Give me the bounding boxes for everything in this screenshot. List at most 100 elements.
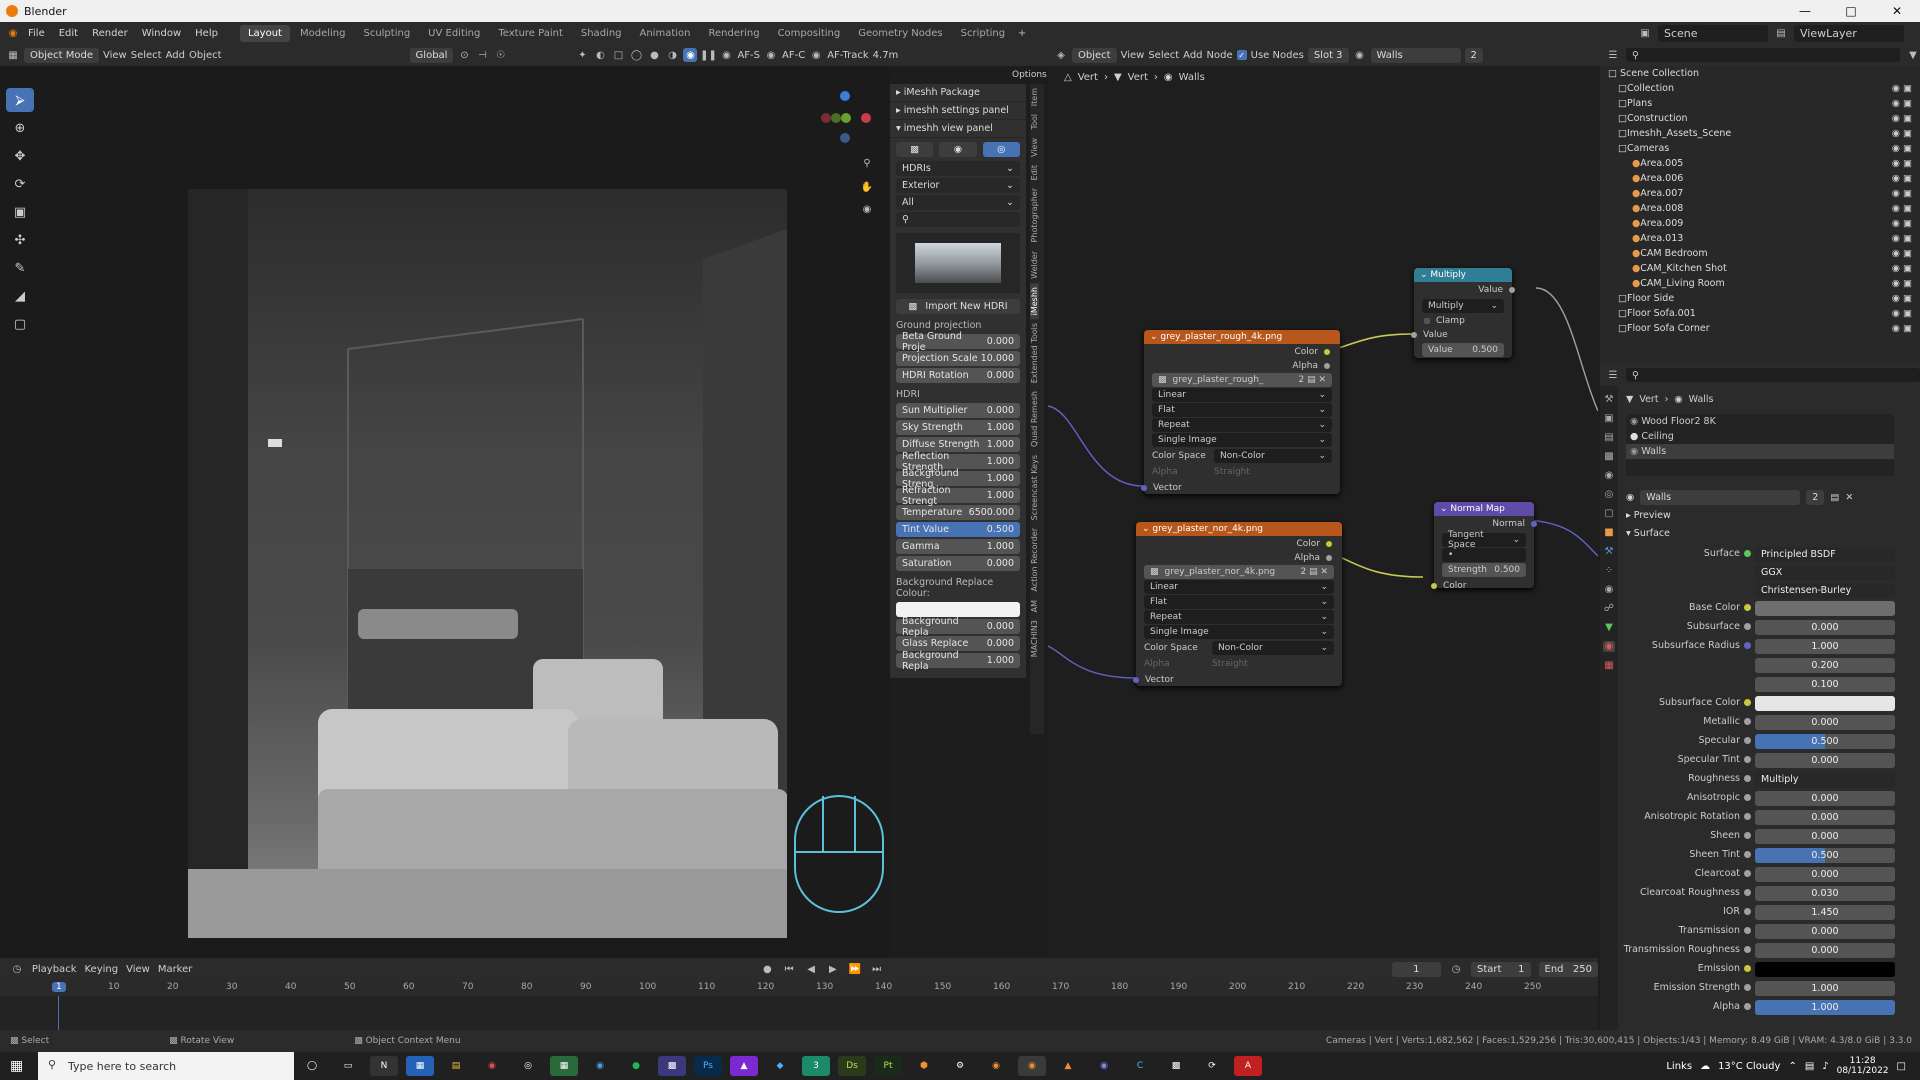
normal-output-socket[interactable]	[1531, 521, 1537, 527]
prev-key-icon[interactable]: ◀	[804, 962, 818, 976]
slot-dropdown[interactable]: Slot 3	[1307, 47, 1349, 63]
outliner-item[interactable]: ● Area.013 ◉ ▣	[1600, 231, 1920, 246]
xray-icon[interactable]: □	[611, 48, 625, 62]
tab-sculpting[interactable]: Sculpting	[355, 25, 418, 42]
outliner-item[interactable]: □ Plans ◉ ▣	[1600, 96, 1920, 111]
interpolation-dropdown[interactable]: Linear ⌄	[1144, 580, 1334, 594]
property-value-field[interactable]: 1.000	[1755, 639, 1895, 654]
n-panel-tab-3[interactable]: Edit	[1030, 161, 1039, 185]
material-users[interactable]: 2	[1806, 490, 1825, 505]
volume-icon[interactable]: ♪	[1822, 1061, 1828, 1072]
material-name-field[interactable]: Walls	[1370, 47, 1461, 63]
jump-start-icon[interactable]: ⏮	[782, 962, 796, 976]
visibility-eye-icon[interactable]: ◉ ▣	[1892, 308, 1912, 319]
color-space-dropdown[interactable]: Non-Color ⌄	[1212, 641, 1334, 655]
tab-scripting[interactable]: Scripting	[953, 25, 1013, 42]
visibility-eye-icon[interactable]: ◉ ▣	[1892, 293, 1912, 304]
outliner-item[interactable]: □ Imeshh_Assets_Scene ◉ ▣	[1600, 126, 1920, 141]
maximize-icon[interactable]: □	[1828, 0, 1874, 22]
shader-node-editor[interactable]: △ Vert › ▼ Vert › ◉ Walls ⌄ grey_plaster_r…	[1048, 66, 1598, 958]
world-tab-icon[interactable]: ◎	[1605, 489, 1614, 500]
space-dropdown[interactable]: Tangent Space ⌄	[1442, 530, 1526, 550]
property-value-field[interactable]: 0.000	[1755, 810, 1895, 825]
input-socket-icon[interactable]	[1744, 832, 1751, 839]
shading-material-icon[interactable]: ◑	[665, 48, 679, 62]
tab-compositing[interactable]: Compositing	[770, 25, 849, 42]
node-menu-add[interactable]: Add	[1183, 50, 1202, 61]
n-panel-tab-10[interactable]: Action Recorder	[1030, 524, 1039, 595]
property-value-field[interactable]	[1755, 962, 1895, 977]
strength-field[interactable]: Strength 0.500	[1442, 563, 1526, 577]
alpha-output-socket[interactable]	[1324, 363, 1330, 369]
models-icon[interactable]: ▩	[896, 142, 934, 157]
start-frame-field[interactable]: Start 1	[1471, 961, 1531, 977]
tab-geometry-nodes[interactable]: Geometry Nodes	[850, 25, 950, 42]
rotate-tool-icon[interactable]: ⟳	[6, 172, 34, 196]
viewport-menu-object[interactable]: Object	[189, 50, 222, 61]
hdri-field-8[interactable]: Gamma 1.000	[896, 539, 1020, 554]
material-name-field[interactable]: Walls	[1640, 490, 1801, 505]
axis-gizmo-icon[interactable]	[818, 88, 878, 148]
focal-distance[interactable]: 4.7m	[873, 50, 899, 61]
close-icon[interactable]: ✕	[1874, 0, 1920, 22]
properties-type-icon[interactable]: ☰	[1606, 368, 1620, 382]
transform-orientation-dropdown[interactable]: Global	[409, 47, 454, 63]
source-dropdown[interactable]: Single Image ⌄	[1144, 625, 1334, 639]
input-socket-icon[interactable]	[1744, 756, 1751, 763]
object-tab-icon[interactable]: ■	[1604, 527, 1613, 538]
minimize-icon[interactable]: —	[1782, 0, 1828, 22]
tab-modeling[interactable]: Modeling	[292, 25, 354, 42]
app-icon-13[interactable]: ▩	[1162, 1056, 1190, 1076]
blender-menu-icon[interactable]: ◉	[6, 26, 20, 40]
n-panel-tab-1[interactable]: Tool	[1030, 110, 1039, 134]
duplicate-icon[interactable]: ▤	[1830, 492, 1839, 503]
node-menu-select[interactable]: Select	[1148, 50, 1179, 61]
property-value-field[interactable]: 1.000	[1755, 981, 1895, 996]
property-value-field[interactable]: 0.000	[1755, 620, 1895, 635]
visibility-eye-icon[interactable]: ◉ ▣	[1892, 278, 1912, 289]
property-value-field[interactable]	[1755, 696, 1895, 711]
math-multiply-node[interactable]: ⌄ Multiply Value Multiply ⌄ Clamp Value V…	[1411, 268, 1515, 358]
snap-icon[interactable]: ⊣	[475, 48, 489, 62]
ground-field-2[interactable]: HDRI Rotation 0.000	[896, 368, 1020, 383]
transform-tool-icon[interactable]: ✣	[6, 228, 34, 252]
calculator-icon[interactable]: ▦	[406, 1056, 434, 1076]
play-icon[interactable]: ▶	[826, 962, 840, 976]
input-socket-icon[interactable]	[1744, 946, 1751, 953]
filter-dropdown[interactable]: All ⌄	[896, 195, 1020, 210]
menu-window[interactable]: Window	[136, 28, 187, 39]
shading-wire-icon[interactable]: ◯	[629, 48, 643, 62]
input-socket-icon[interactable]	[1744, 813, 1751, 820]
property-value-field[interactable]: 0.000	[1755, 753, 1895, 768]
import-new-hdri-button[interactable]: ▩ Import New HDRI	[896, 299, 1020, 314]
input-socket-icon[interactable]	[1744, 851, 1751, 858]
af-track-button[interactable]: AF-Track	[827, 50, 868, 61]
links-toolbar[interactable]: Links	[1666, 1061, 1692, 1072]
spotify-icon[interactable]: ●	[622, 1056, 650, 1076]
mode-dropdown[interactable]: Object Mode	[24, 47, 99, 63]
outliner-item[interactable]: ● Area.007 ◉ ▣	[1600, 186, 1920, 201]
visibility-eye-icon[interactable]: ◉ ▣	[1892, 128, 1912, 139]
timeline-menu-playback[interactable]: Playback	[32, 964, 77, 975]
tab-uv-editing[interactable]: UV Editing	[420, 25, 488, 42]
source-dropdown[interactable]: Single Image ⌄	[1152, 433, 1332, 447]
shader-socket-icon[interactable]	[1744, 550, 1751, 557]
outliner-item[interactable]: ● CAM Bedroom ◉ ▣	[1600, 246, 1920, 261]
proportional-edit-icon[interactable]: ☉	[493, 48, 507, 62]
visibility-eye-icon[interactable]: ◉ ▣	[1892, 143, 1912, 154]
hdri-preview-thumbnail[interactable]	[896, 233, 1020, 293]
section-imeshh-view[interactable]: ▾ imeshh view panel	[890, 120, 1026, 138]
property-value-field[interactable]: 0.000	[1755, 943, 1895, 958]
vector-input-socket[interactable]	[1141, 485, 1147, 491]
property-value-field[interactable]: 1.000	[1755, 1000, 1895, 1015]
camera-icon[interactable]: ◉	[719, 48, 733, 62]
designer-icon[interactable]: Ds	[838, 1056, 866, 1076]
measure-tool-icon[interactable]: ◢	[6, 284, 34, 308]
category-dropdown[interactable]: HDRIs ⌄	[896, 161, 1020, 176]
bg-replace-field-0[interactable]: Background Repla 0.000	[896, 616, 1020, 638]
pivot-icon[interactable]: ⊙	[457, 48, 471, 62]
n-panel-tab-0[interactable]: Item	[1030, 84, 1039, 110]
n-panel-tab-8[interactable]: Quad Remesh	[1030, 387, 1039, 451]
n-panel-tab-2[interactable]: View	[1030, 134, 1039, 161]
app-icon-9[interactable]: ⚙	[946, 1056, 974, 1076]
